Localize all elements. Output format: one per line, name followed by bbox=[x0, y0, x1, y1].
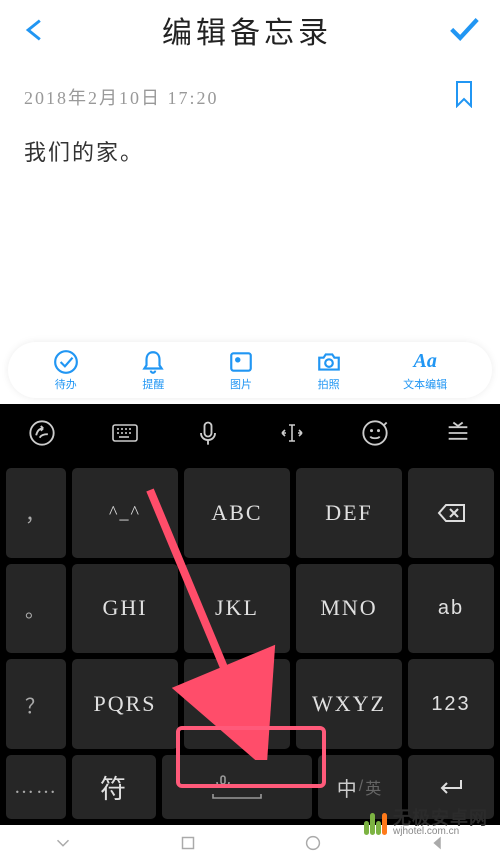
nav-home[interactable] bbox=[302, 832, 324, 859]
text-aa-icon: Aa bbox=[412, 349, 438, 375]
cursor-mode-button[interactable] bbox=[262, 419, 322, 447]
back-button[interactable] bbox=[20, 16, 48, 44]
key-period[interactable]: 。 bbox=[6, 564, 66, 654]
camera-icon bbox=[316, 349, 342, 375]
key-6-mno[interactable]: MNO bbox=[296, 564, 402, 654]
bell-icon bbox=[140, 349, 166, 375]
nav-recent[interactable] bbox=[177, 832, 199, 859]
key-3-def[interactable]: DEF bbox=[296, 468, 402, 558]
key-7-pqrs[interactable]: PQRS bbox=[72, 659, 178, 749]
note-timestamp: 2018年2月10日 17:20 bbox=[24, 84, 219, 110]
page-title: 编辑备忘录 bbox=[162, 8, 332, 52]
backspace-key[interactable] bbox=[408, 468, 494, 558]
remind-button[interactable]: 提醒 bbox=[140, 349, 166, 392]
key-ellipsis[interactable]: …… bbox=[6, 755, 66, 819]
key-comma[interactable]: ， bbox=[6, 468, 66, 558]
ime-keyboard: ， ^_^ ABC DEF 。 GHI JKL MNO ab ？ PQRS TU… bbox=[0, 404, 500, 825]
note-toolbar: 待办 提醒 图片 拍照 Aa 文本编辑 bbox=[8, 342, 492, 398]
watermark-logo-icon bbox=[364, 811, 387, 835]
image-button[interactable]: 图片 bbox=[228, 349, 254, 392]
textedit-button[interactable]: Aa 文本编辑 bbox=[403, 349, 447, 392]
key-4-ghi[interactable]: GHI bbox=[72, 564, 178, 654]
photo-button[interactable]: 拍照 bbox=[316, 349, 342, 392]
voice-input-button[interactable] bbox=[178, 419, 238, 447]
key-9-wxyz[interactable]: WXYZ bbox=[296, 659, 402, 749]
key-2-abc[interactable]: ABC bbox=[184, 468, 290, 558]
keyboard-layout-button[interactable] bbox=[95, 419, 155, 447]
key-123-mode[interactable]: 123 bbox=[408, 659, 494, 749]
todo-button[interactable]: 待办 bbox=[53, 349, 79, 392]
key-8-tuv[interactable]: TUV bbox=[184, 659, 290, 749]
key-symbols[interactable]: 符 bbox=[72, 755, 156, 819]
watermark: 无极安卓网 wjhotel.com.cn bbox=[364, 809, 488, 837]
space-key[interactable] bbox=[162, 755, 312, 819]
key-1-emoticon[interactable]: ^_^ bbox=[72, 468, 178, 558]
ime-logo-button[interactable] bbox=[12, 419, 72, 447]
key-ab-mode[interactable]: ab bbox=[408, 564, 494, 654]
key-question[interactable]: ？ bbox=[6, 659, 66, 749]
note-body[interactable]: 我们的家。 bbox=[24, 135, 476, 167]
key-5-jkl[interactable]: JKL bbox=[184, 564, 290, 654]
more-menu-button[interactable] bbox=[428, 419, 488, 447]
check-circle-icon bbox=[53, 349, 79, 375]
emoji-button[interactable] bbox=[345, 419, 405, 447]
bookmark-button[interactable] bbox=[452, 80, 476, 113]
nav-hide-keyboard[interactable] bbox=[52, 832, 74, 859]
confirm-button[interactable] bbox=[446, 11, 480, 50]
picture-icon bbox=[228, 349, 254, 375]
